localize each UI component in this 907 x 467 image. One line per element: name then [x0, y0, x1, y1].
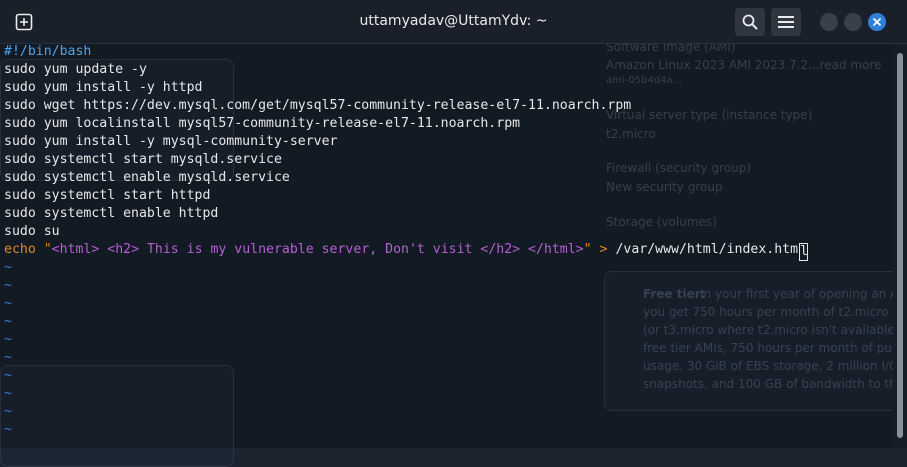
echo-quote-open: " — [43, 242, 52, 257]
script-line: sudo systemctl enable httpd — [4, 206, 219, 221]
background-text: usage, 30 GiB of EBS storage, 2 million … — [643, 359, 899, 373]
minimize-button[interactable] — [820, 13, 838, 31]
terminal-scrollbar[interactable] — [893, 43, 907, 448]
script-line: sudo yum install -y httpd — [4, 80, 203, 95]
script-line: sudo yum update -y — [4, 62, 147, 77]
script-line: sudo su — [4, 224, 60, 239]
script-line: sudo systemctl start httpd — [4, 188, 211, 203]
echo-line: echo "<html> <h2> This is my vulnerable … — [4, 241, 809, 261]
empty-line-marker: ~ — [4, 386, 12, 401]
echo-quote-close: " — [583, 242, 592, 257]
background-text: Virtual server type (instance type) — [606, 108, 813, 122]
text-cursor: l — [799, 243, 809, 261]
background-text: you get 750 hours per month of t2.micro … — [643, 305, 896, 319]
maximize-button[interactable] — [844, 13, 862, 31]
close-icon — [872, 17, 882, 27]
scrollbar-thumb[interactable] — [897, 53, 903, 438]
title-bar: uttamyadav@UttamYdv: ~ — [0, 0, 907, 44]
empty-line-marker: ~ — [4, 404, 12, 419]
empty-line-marker: ~ — [4, 350, 12, 365]
terminal-body[interactable]: Software Image (AMI) Amazon Linux 2023 A… — [0, 40, 907, 467]
background-text: free tier AMIs, 750 hours per month of p… — [643, 341, 900, 355]
empty-line-marker: ~ — [4, 368, 12, 383]
empty-line-marker: ~ — [4, 314, 12, 329]
redirect-target: /var/www/html/index.htm — [615, 242, 799, 257]
background-text: snapshots, and 100 GB of bandwidth to th — [643, 377, 897, 391]
hamburger-menu-icon — [778, 16, 794, 28]
search-icon — [742, 14, 758, 30]
script-line: sudo systemctl enable mysqld.service — [4, 170, 290, 185]
echo-string: <html> <h2> This is my vulnerable server… — [51, 242, 584, 257]
empty-line-marker: ~ — [4, 332, 12, 347]
background-window-panel — [0, 365, 234, 467]
script-line: sudo yum localinstall mysql57-community-… — [4, 116, 521, 131]
shebang-line: #!/bin/bash — [4, 44, 92, 59]
script-line: sudo yum install -y mysql-community-serv… — [4, 134, 338, 149]
menu-button[interactable] — [771, 8, 801, 36]
background-text: Amazon Linux 2023 AMI 2023.7.2...read mo… — [606, 58, 882, 72]
background-text: In your first year of opening an AWS — [700, 287, 907, 301]
close-button[interactable] — [868, 13, 886, 31]
empty-line-marker: ~ — [4, 296, 12, 311]
background-text: Firewall (security group) — [606, 161, 752, 175]
background-text: Free tier: — [643, 287, 706, 301]
background-text: Storage (volumes) — [606, 215, 717, 229]
echo-keyword: echo — [4, 242, 36, 257]
redirect-operator: > — [599, 242, 608, 257]
empty-line-marker: ~ — [4, 278, 12, 293]
script-line: sudo systemctl start mysqld.service — [4, 152, 282, 167]
empty-line-marker: ~ — [4, 422, 12, 437]
background-text: New security group — [606, 180, 723, 194]
background-text: t2.micro — [606, 127, 656, 141]
background-text: (or t3.micro where t2.micro isn't availa… — [643, 323, 900, 337]
script-line: sudo wget https://dev.mysql.com/get/mysq… — [4, 98, 632, 113]
background-text: ami-05b4d4a... — [606, 75, 683, 86]
search-button[interactable] — [735, 8, 765, 36]
empty-line-marker: ~ — [4, 260, 12, 275]
